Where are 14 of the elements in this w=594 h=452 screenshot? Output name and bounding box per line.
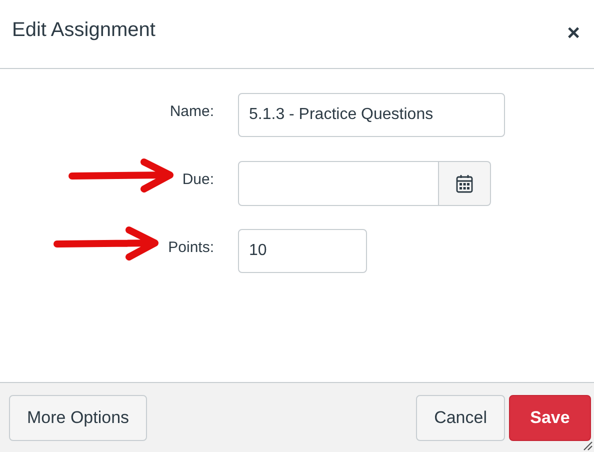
calendar-button[interactable] (439, 160, 491, 206)
date-field[interactable] (238, 160, 439, 206)
field-label: Points: (168, 238, 214, 258)
close-button[interactable]: × (567, 22, 580, 44)
resize-grip-icon[interactable] (581, 439, 593, 451)
more-options-button[interactable]: More Options (9, 394, 148, 440)
field-label: Name: (170, 102, 214, 122)
cancel-button[interactable]: Cancel (416, 394, 505, 440)
field-label: Due: (182, 170, 214, 190)
calendar-icon (456, 174, 473, 192)
dialog-title: Edit Assignment (12, 18, 156, 43)
name-field[interactable]: 5.1.3 - Practice Questions (238, 93, 505, 137)
save-button[interactable]: Save (509, 394, 591, 440)
points-field[interactable]: 10 (238, 229, 367, 273)
